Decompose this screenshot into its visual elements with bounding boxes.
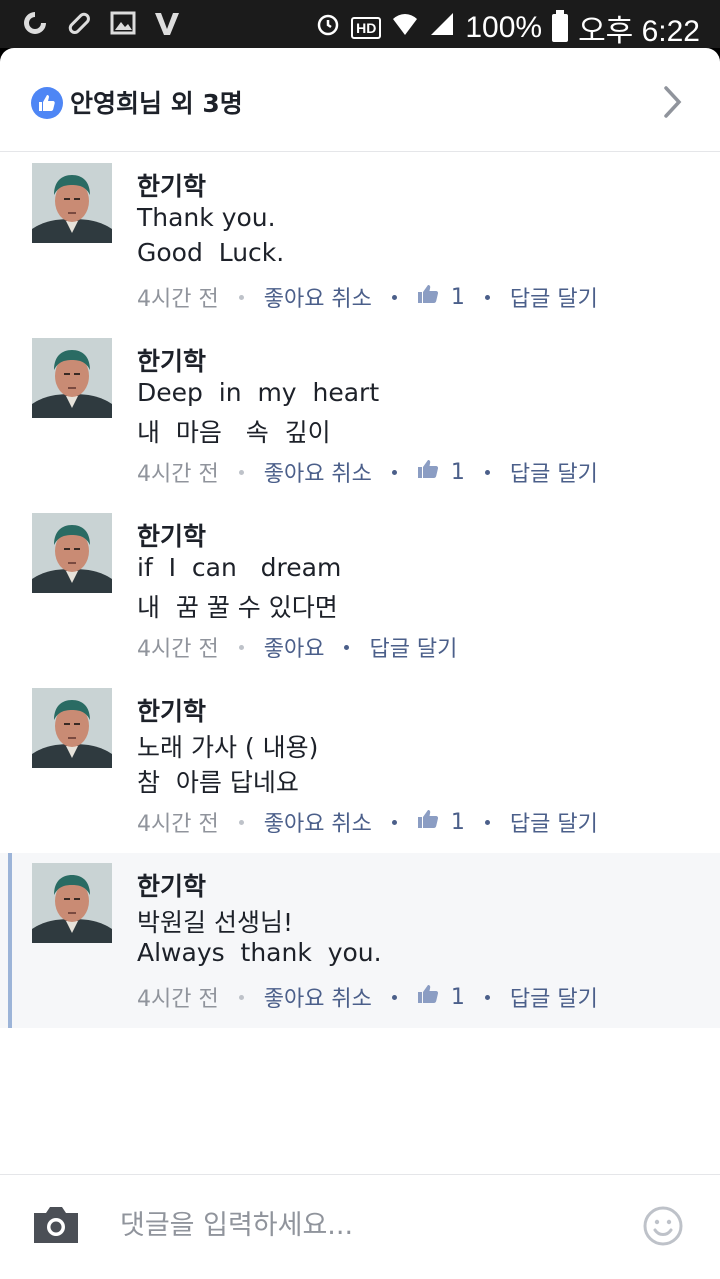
- like-count[interactable]: 1: [451, 460, 465, 485]
- likes-header[interactable]: 안영희님 외 3명: [0, 48, 720, 152]
- comment-timestamp: 4시간 전: [137, 462, 219, 487]
- reply-button[interactable]: 답글 달기: [369, 631, 457, 663]
- separator-dot: [484, 819, 490, 825]
- avatar[interactable]: [32, 338, 112, 418]
- separator-dot: [391, 294, 397, 300]
- avatar[interactable]: [32, 163, 112, 243]
- comment-author[interactable]: 한기학: [137, 517, 206, 553]
- v3-app-icon: [152, 8, 182, 38]
- gallery-icon: [108, 8, 138, 38]
- like-button[interactable]: 좋아요 취소: [264, 806, 372, 838]
- battery-icon: [552, 10, 569, 42]
- like-button[interactable]: 좋아요 취소: [264, 281, 372, 313]
- like-count[interactable]: 1: [451, 285, 465, 310]
- separator-dot: [238, 819, 244, 825]
- comment-text-line: Deep in my heart: [137, 378, 380, 407]
- comment-input[interactable]: [120, 1203, 620, 1247]
- like-button[interactable]: 좋아요 취소: [264, 981, 372, 1013]
- like-count[interactable]: 1: [451, 810, 465, 835]
- avatar[interactable]: [32, 688, 112, 768]
- hd-voice-icon: HD: [351, 17, 382, 39]
- comment-text-line: 노래 가사 ( 내용): [137, 733, 319, 762]
- comment-text-line: Thank you.: [137, 203, 276, 232]
- like-count[interactable]: 1: [451, 985, 465, 1010]
- comment-item: 한기학 if I can dream 내 꿈 꿀 수 있다면 4시간 전 좋아요…: [0, 503, 720, 678]
- separator-dot: [484, 469, 490, 475]
- wifi-icon: [391, 11, 419, 45]
- thumbs-up-icon: [417, 984, 439, 1010]
- like-button[interactable]: 좋아요 취소: [264, 456, 372, 488]
- comment-author[interactable]: 한기학: [137, 342, 206, 378]
- battery-percentage: 100%: [465, 11, 543, 44]
- comment-text-line: 내 마음 속 깊이: [137, 418, 331, 447]
- separator-dot: [238, 469, 244, 475]
- reply-button[interactable]: 답글 달기: [510, 806, 598, 838]
- comment-list: 한기학 Thank you. Good Luck. 4시간 전 좋아요 취소 1…: [0, 153, 720, 1028]
- comment-actions: 4시간 전 좋아요 취소 1 답글 달기: [137, 456, 598, 488]
- thumbs-up-icon: [417, 809, 439, 835]
- comment-item: 한기학 박원길 선생님! Always thank you. 4시간 전 좋아요…: [0, 853, 720, 1028]
- likes-summary[interactable]: 안영희님 외 3명: [70, 84, 243, 120]
- reply-button[interactable]: 답글 달기: [510, 281, 598, 313]
- like-button[interactable]: 좋아요: [264, 631, 325, 663]
- avatar[interactable]: [32, 513, 112, 593]
- comment-timestamp: 4시간 전: [137, 287, 219, 312]
- notification-icons: [20, 8, 182, 38]
- camera-icon[interactable]: [30, 1205, 82, 1249]
- separator-dot: [484, 994, 490, 1000]
- comment-item: 한기학 Deep in my heart 내 마음 속 깊이 4시간 전 좋아요…: [0, 328, 720, 503]
- pill-icon: [64, 8, 94, 38]
- comment-author[interactable]: 한기학: [137, 692, 206, 728]
- comment-author[interactable]: 한기학: [137, 167, 206, 203]
- comment-text-line: 내 꿈 꿀 수 있다면: [137, 593, 338, 622]
- comment-actions: 4시간 전 좋아요 취소 1 답글 달기: [137, 281, 598, 313]
- app-notification-icon: [20, 8, 50, 38]
- separator-dot: [391, 994, 397, 1000]
- comment-timestamp: 4시간 전: [137, 987, 219, 1012]
- separator-dot: [484, 294, 490, 300]
- comment-item: 한기학 노래 가사 ( 내용) 참 아름 답네요 4시간 전 좋아요 취소 1 …: [0, 678, 720, 853]
- comment-text-line: Good Luck.: [137, 238, 285, 267]
- comment-timestamp: 4시간 전: [137, 812, 219, 837]
- comment-actions: 4시간 전 좋아요 취소 1 답글 달기: [137, 981, 598, 1013]
- alarm-icon: [315, 11, 341, 45]
- comment-composer: [0, 1174, 720, 1279]
- signal-icon: [429, 11, 455, 45]
- sticker-smiley-icon[interactable]: [642, 1205, 684, 1251]
- comments-sheet: 안영희님 외 3명 한기학 Thank you. Good Luck. 4시간 …: [0, 48, 720, 1279]
- separator-dot: [391, 469, 397, 475]
- like-reaction-icon: [31, 87, 63, 119]
- separator-dot: [344, 644, 350, 650]
- comment-timestamp: 4시간 전: [137, 637, 219, 662]
- clock: 오후 6:22: [578, 15, 700, 48]
- comment-text-line: 박원길 선생님!: [137, 908, 293, 937]
- avatar[interactable]: [32, 863, 112, 943]
- status-bar: HD 100% 오후 6:22: [0, 0, 720, 48]
- thumbs-up-icon: [417, 459, 439, 485]
- comment-actions: 4시간 전 좋아요 취소 1 답글 달기: [137, 806, 598, 838]
- separator-dot: [238, 994, 244, 1000]
- comment-author[interactable]: 한기학: [137, 867, 206, 903]
- comment-item: 한기학 Thank you. Good Luck. 4시간 전 좋아요 취소 1…: [0, 153, 720, 328]
- comment-text-line: 참 아름 답네요: [137, 768, 299, 797]
- reply-button[interactable]: 답글 달기: [510, 981, 598, 1013]
- separator-dot: [238, 644, 244, 650]
- separator-dot: [391, 819, 397, 825]
- chevron-right-icon[interactable]: [662, 84, 684, 124]
- reply-button[interactable]: 답글 달기: [510, 456, 598, 488]
- comment-text-line: if I can dream: [137, 553, 342, 582]
- separator-dot: [238, 294, 244, 300]
- comment-text-line: Always thank you.: [137, 938, 382, 967]
- comment-actions: 4시간 전 좋아요 답글 달기: [137, 631, 457, 663]
- thumbs-up-icon: [417, 284, 439, 310]
- system-status: HD 100% 오후 6:22: [315, 6, 700, 50]
